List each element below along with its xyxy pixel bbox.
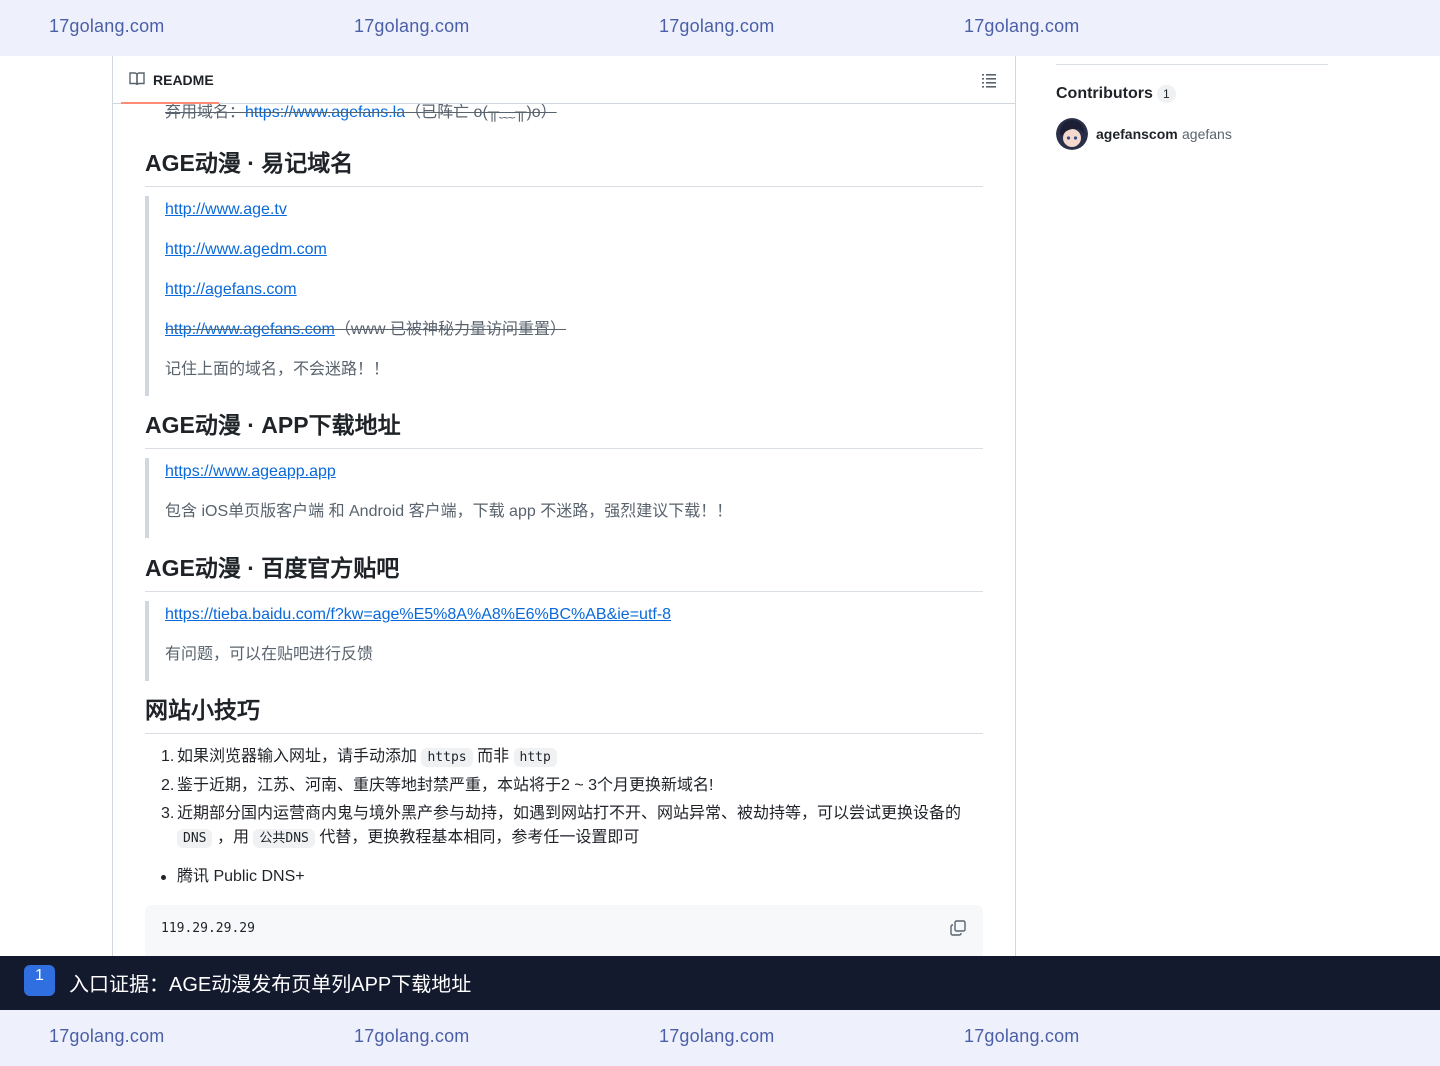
blockquote-domains: http://www.age.tv http://www.agedm.com h… bbox=[145, 196, 983, 396]
sidebar-divider bbox=[1056, 64, 1328, 65]
watermark-text: 17golang.com bbox=[964, 16, 1080, 36]
deprecated-label: 弃用域名： bbox=[165, 104, 246, 121]
bullet-dot bbox=[161, 875, 166, 880]
contributor-name: agefans bbox=[1182, 126, 1232, 142]
contributors-title[interactable]: Contributors bbox=[1056, 85, 1153, 103]
strike-domain-link[interactable]: http://www.agefans.com bbox=[165, 321, 335, 338]
tip-text: 代替，更换教程基本相同，参考任一设置即可 bbox=[319, 829, 640, 846]
list-number: 1. bbox=[161, 748, 175, 765]
tip-text: 而非 bbox=[477, 748, 510, 765]
book-icon bbox=[129, 72, 145, 86]
domain-link[interactable]: http://www.age.tv bbox=[165, 201, 287, 218]
list-item: 1. 如果浏览器输入网址，请手动添加 https 而非 http bbox=[161, 745, 991, 770]
contributors-count-badge: 1 bbox=[1157, 85, 1176, 103]
domain-reminder: 记住上面的域名，不会迷路！！ bbox=[165, 361, 390, 378]
list-number: 2. bbox=[161, 777, 175, 794]
outline-list-icon[interactable] bbox=[981, 72, 997, 88]
list-item: 3. 近期部分国内运营商内鬼与境外黑产参与劫持，如遇到网站打不开、网站异常、被劫… bbox=[161, 802, 991, 851]
section-heading: AGE动漫 · 易记域名 bbox=[145, 144, 983, 187]
tieba-note: 有问题，可以在贴吧进行反馈 bbox=[165, 646, 374, 663]
dns-bullet-item: 腾讯 Public DNS+ bbox=[161, 865, 991, 889]
caption-bar: 1 入口证据：AGE动漫发布页单列APP下载地址 bbox=[0, 956, 1440, 1010]
contributor-login[interactable]: agefanscom bbox=[1096, 126, 1178, 142]
tieba-link[interactable]: https://tieba.baidu.com/f?kw=age%E5%8A%A… bbox=[165, 606, 671, 623]
watermark-text: 17golang.com bbox=[49, 16, 165, 36]
tip-text: 如果浏览器输入网址，请手动添加 bbox=[177, 748, 418, 765]
app-note: 包含 iOS单页版客户端 和 Android 客户端，下载 app 不迷路，强烈… bbox=[165, 503, 733, 520]
readme-panel: README 弃用域名：https://www.agefans.la（已阵亡 o… bbox=[112, 56, 1016, 956]
section-heading: 网站小技巧 bbox=[145, 691, 983, 734]
watermark-text: 17golang.com bbox=[659, 1026, 775, 1046]
deprecated-note: （已阵亡 o(╥﹏╥)o） bbox=[405, 104, 557, 121]
watermark-text: 17golang.com bbox=[354, 1026, 470, 1046]
section-heading: AGE动漫 · APP下载地址 bbox=[145, 406, 983, 449]
domain-link[interactable]: http://agefans.com bbox=[165, 281, 297, 298]
avatar-image bbox=[1056, 118, 1088, 150]
dns-provider-text: 腾讯 Public DNS+ bbox=[177, 868, 305, 885]
tip-text: ，用 bbox=[216, 829, 249, 846]
domain-link[interactable]: http://www.agedm.com bbox=[165, 241, 327, 258]
watermark-text: 17golang.com bbox=[354, 16, 470, 36]
watermark-bar-bottom: 17golang.com 17golang.com 17golang.com 1… bbox=[0, 1010, 1440, 1066]
inline-code: DNS bbox=[177, 829, 213, 848]
readme-tab-title[interactable]: README bbox=[153, 72, 214, 88]
deprecated-link[interactable]: https://www.agefans.la bbox=[245, 104, 405, 121]
code-block: 119.29.29.29 bbox=[145, 905, 983, 956]
watermark-text: 17golang.com bbox=[964, 1026, 1080, 1046]
list-item: 2. 鉴于近期，江苏、河南、重庆等地封禁严重，本站将于2 ~ 3个月更换新域名! bbox=[161, 774, 991, 798]
strike-note: （www 已被神秘力量访问重置） bbox=[334, 321, 566, 338]
caption-text: 入口证据：AGE动漫发布页单列APP下载地址 bbox=[69, 974, 472, 996]
copy-icon[interactable] bbox=[949, 919, 967, 937]
caption-number-badge: 1 bbox=[24, 965, 55, 996]
watermark-bar-top: 17golang.com 17golang.com 17golang.com 1… bbox=[0, 0, 1440, 56]
section-heading: AGE动漫 · 百度官方贴吧 bbox=[145, 549, 983, 592]
avatar[interactable] bbox=[1056, 118, 1088, 150]
app-download-link[interactable]: https://www.ageapp.app bbox=[165, 463, 336, 480]
tip-text: 近期部分国内运营商内鬼与境外黑产参与劫持，如遇到网站打不开、网站异常、被劫持等，… bbox=[177, 805, 962, 822]
watermark-text: 17golang.com bbox=[49, 1026, 165, 1046]
dns-ip-code: 119.29.29.29 bbox=[161, 921, 255, 936]
list-number: 3. bbox=[161, 805, 175, 822]
inline-code: https bbox=[421, 748, 473, 767]
inline-code: http bbox=[513, 748, 557, 767]
blockquote-tieba: https://tieba.baidu.com/f?kw=age%E5%8A%A… bbox=[145, 601, 983, 681]
tips-list: 1. 如果浏览器输入网址，请手动添加 https 而非 http 2. 鉴于近期… bbox=[161, 745, 991, 855]
inline-code: 公共DNS bbox=[253, 829, 315, 848]
tip-text: 鉴于近期，江苏、河南、重庆等地封禁严重，本站将于2 ~ 3个月更换新域名! bbox=[177, 777, 714, 794]
watermark-text: 17golang.com bbox=[659, 16, 775, 36]
tab-active-underline bbox=[121, 102, 219, 104]
readme-header: README bbox=[113, 56, 1015, 104]
blockquote-app: https://www.ageapp.app 包含 iOS单页版客户端 和 An… bbox=[145, 458, 983, 538]
